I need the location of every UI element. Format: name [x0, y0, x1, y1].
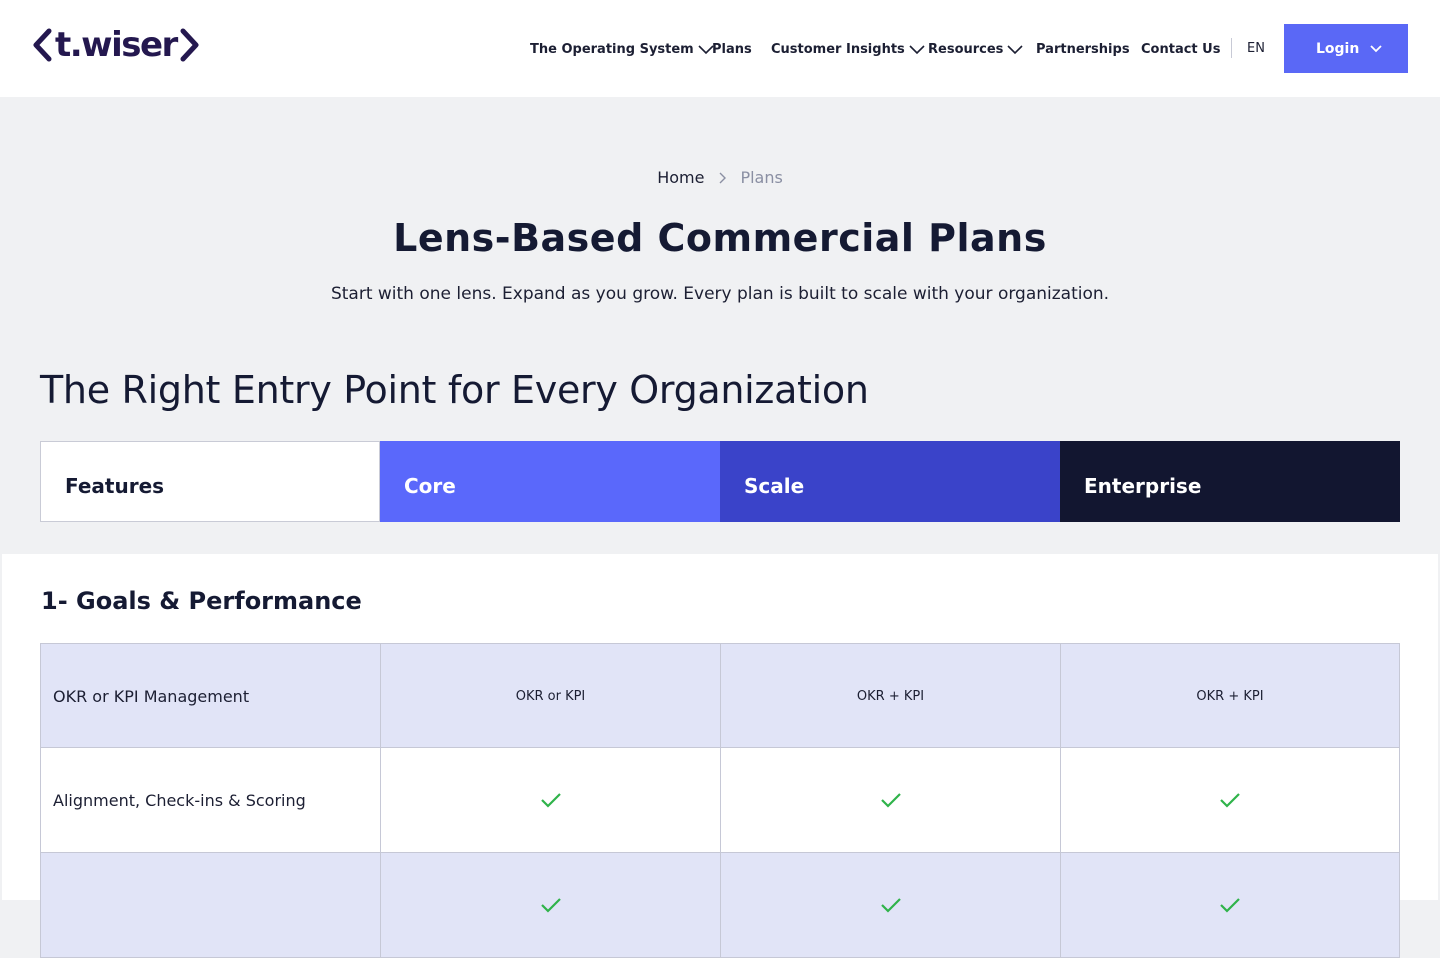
- chevron-down-icon: [1007, 45, 1024, 55]
- plan-header-features: Features: [40, 441, 380, 522]
- nav-item-label: Contact Us: [1141, 41, 1221, 57]
- breadcrumb: Home Plans: [0, 168, 1440, 187]
- nav-item-operating-system[interactable]: The Operating System: [530, 36, 715, 62]
- plan-header-core: Core: [380, 441, 720, 522]
- check-icon: [540, 898, 561, 913]
- check-icon: [880, 793, 901, 808]
- plan-header-scale: Scale: [720, 441, 1060, 522]
- nav-item-label: Customer Insights: [771, 41, 905, 57]
- breadcrumb-current: Plans: [740, 168, 783, 187]
- plan-value-core: [380, 748, 720, 852]
- nav-item-label: Partnerships: [1036, 41, 1130, 57]
- language-selector[interactable]: EN: [1247, 38, 1265, 58]
- logo-text: t.wiser: [55, 25, 178, 65]
- feature-name: OKR or KPI Management: [40, 644, 380, 748]
- login-button[interactable]: Login: [1284, 24, 1408, 73]
- table-row: Alignment, Check-ins & Scoring: [40, 748, 1400, 853]
- check-icon: [1220, 898, 1240, 913]
- plan-value-core: [380, 853, 720, 957]
- page-subtitle: Start with one lens. Expand as you grow.…: [330, 284, 1110, 304]
- plan-value-scale: [720, 748, 1060, 852]
- chevron-down-icon: [1370, 44, 1382, 52]
- chevron-left-icon: [33, 28, 52, 62]
- page-title: Lens-Based Commercial Plans: [393, 216, 1047, 260]
- plan-header-row: Features Core Scale Enterprise: [40, 441, 1400, 522]
- check-icon: [1220, 793, 1240, 808]
- nav-item-label: The Operating System: [530, 41, 694, 57]
- logo[interactable]: t.wiser: [32, 26, 200, 64]
- plan-value-core: OKR or KPI: [380, 644, 720, 748]
- table-row: OKR or KPI Management OKR or KPI OKR + K…: [40, 643, 1400, 748]
- chevron-down-icon: [909, 45, 925, 55]
- nav-item-partnerships[interactable]: Partnerships: [1036, 36, 1130, 62]
- nav-item-plans[interactable]: Plans: [712, 36, 752, 62]
- table-row: [40, 853, 1400, 958]
- feature-group-title: 1- Goals & Performance: [41, 587, 362, 615]
- feature-name: Alignment, Check-ins & Scoring: [40, 748, 380, 852]
- chevron-right-icon: [719, 172, 727, 183]
- nav-item-contact-us[interactable]: Contact Us: [1141, 36, 1220, 62]
- plan-value-enterprise: OKR + KPI: [1060, 644, 1400, 748]
- plan-value-scale: OKR + KPI: [720, 644, 1060, 748]
- check-icon: [540, 793, 561, 808]
- check-icon: [880, 898, 901, 913]
- nav-divider: [1231, 38, 1232, 58]
- login-label: Login: [1316, 40, 1360, 57]
- plan-value-scale: [720, 853, 1060, 957]
- site-header: t.wiser The Operating System Plans Custo…: [0, 0, 1440, 97]
- breadcrumb-home-link[interactable]: Home: [657, 168, 704, 187]
- section-title: The Right Entry Point for Every Organiza…: [40, 368, 869, 412]
- plan-value-enterprise: [1060, 748, 1400, 852]
- feature-name: [40, 853, 380, 957]
- nav-item-label: Plans: [712, 41, 752, 57]
- plan-value-enterprise: [1060, 853, 1400, 957]
- plan-header-enterprise: Enterprise: [1060, 441, 1400, 522]
- nav-item-label: Resources: [928, 41, 1004, 57]
- chevron-right-icon: [180, 28, 199, 62]
- nav-item-customer-insights[interactable]: Customer Insights: [771, 36, 926, 62]
- comparison-table: OKR or KPI Management OKR or KPI OKR + K…: [40, 643, 1400, 958]
- nav-item-resources[interactable]: Resources: [928, 36, 1024, 62]
